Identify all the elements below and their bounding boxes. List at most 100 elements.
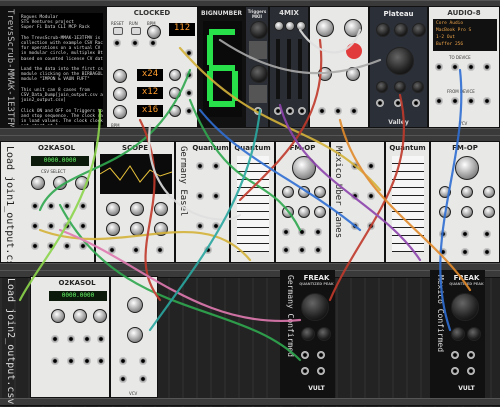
quantum-left-jack-4[interactable] — [212, 192, 220, 200]
freak-right-side-label[interactable]: Mexico Confirmed — [436, 275, 445, 352]
freak-right-jack-2[interactable] — [467, 351, 475, 359]
fader-3[interactable] — [298, 39, 302, 99]
o2kasol-top-module[interactable]: Load join1_output.csv O2KASOL 0000.0000 … — [0, 141, 95, 263]
fmop-right-knob-5[interactable] — [461, 206, 473, 218]
quantum-left-jack-6[interactable] — [212, 222, 220, 230]
run-jack[interactable] — [131, 39, 139, 47]
quantum-right-jack-4[interactable] — [367, 192, 375, 200]
o2kasol-top-jack-12[interactable] — [79, 242, 87, 250]
mix-out-jack[interactable] — [298, 107, 306, 115]
plateau-knob-3[interactable] — [412, 23, 426, 37]
quantum-right-keyboard[interactable] — [392, 156, 424, 252]
vcv-mid-jack-2[interactable] — [139, 357, 147, 365]
trigger-button-2[interactable] — [249, 85, 267, 103]
vcv-mid-jack-4[interactable] — [139, 375, 147, 383]
fader-1[interactable] — [276, 39, 280, 99]
quantum-keyboard[interactable] — [237, 156, 269, 252]
fmop-left-knob-5[interactable] — [298, 206, 310, 218]
quantum-right-side-label[interactable]: Mexico Uber Lanes — [333, 146, 343, 238]
bpm-knob[interactable] — [147, 25, 161, 39]
mix-in-jack-2[interactable] — [286, 107, 294, 115]
audio-device-display[interactable]: Core Audio MacBook Pro S 1-2 Out Buffer … — [433, 19, 497, 51]
mixer-jack-3[interactable] — [350, 107, 358, 115]
fmop-right-knob-2[interactable] — [461, 186, 473, 198]
o2kasol-bottom-jack-7[interactable] — [83, 357, 91, 365]
fmop-right-knob-4[interactable] — [439, 206, 451, 218]
o2kasol-top-vertical-label[interactable]: Load join1_output.csv — [4, 146, 15, 262]
o2kasol-top-jack-3[interactable] — [63, 202, 71, 210]
fmop-right-jack-2[interactable] — [461, 230, 469, 238]
reset-button[interactable] — [113, 27, 123, 35]
mixer-red-knob[interactable] — [346, 43, 362, 59]
mixer-knob-2[interactable] — [344, 19, 362, 37]
plateau-size-knob[interactable] — [386, 47, 414, 75]
o2kasol-top-jack-8[interactable] — [79, 222, 87, 230]
fmop-right-jack-5[interactable] — [461, 248, 469, 256]
fmop-left-knob-4[interactable] — [282, 206, 294, 218]
audio-driver[interactable]: Core Audio — [436, 20, 494, 27]
fmop-right-jack-4[interactable] — [439, 248, 447, 256]
reset-jack[interactable] — [113, 39, 121, 47]
quantum-right-keys-module[interactable]: Quantum — [385, 141, 430, 263]
o2kasol-top-jack-1[interactable] — [31, 202, 39, 210]
freak-left-jack-2[interactable] — [317, 351, 325, 359]
audio-module[interactable]: AUDIO-8 Core Audio MacBook Pro S 1-2 Out… — [428, 6, 500, 128]
audio-buffer[interactable]: Buffer 256 — [436, 41, 494, 48]
mix-in-jack-1[interactable] — [274, 107, 282, 115]
fmop-left-jack-5[interactable] — [298, 246, 306, 254]
freak-right-module[interactable]: Mexico Confirmed FREAK QUANTIZED PEAK VU… — [430, 270, 485, 398]
audio-in-jack-3[interactable] — [467, 63, 475, 71]
o2kasol-bottom-jack-5[interactable] — [51, 357, 59, 365]
scope-knob-6[interactable] — [154, 222, 168, 236]
scope-jack-1[interactable] — [108, 246, 116, 254]
mix-knob-1[interactable] — [274, 21, 284, 31]
trigger-knob-1[interactable] — [250, 21, 268, 39]
scope-module[interactable]: SCOPE — [95, 141, 175, 263]
ratio-knob-2[interactable] — [113, 87, 127, 101]
mixer-jack-2[interactable] — [334, 107, 342, 115]
freak-right-main-knob[interactable] — [451, 293, 479, 321]
fmop-right-knob-1[interactable] — [439, 186, 451, 198]
o2kasol-bottom-jack-4[interactable] — [97, 335, 105, 343]
freak-left-side-label[interactable]: Germany Confirmed — [286, 275, 295, 357]
freak-right-knob-2[interactable] — [467, 327, 481, 341]
vcv-mid-jack-1[interactable] — [119, 357, 127, 365]
scope-knob-4[interactable] — [106, 222, 120, 236]
o2kasol-top-knob-3[interactable] — [75, 176, 89, 190]
swing-knob-2[interactable] — [169, 87, 181, 99]
quantum-left-module[interactable]: Germany Easel Quantum — [175, 141, 230, 263]
trigger-knob-2[interactable] — [250, 65, 268, 83]
o2kasol-top-jack-5[interactable] — [31, 222, 39, 230]
fmop-left-jack-4[interactable] — [282, 246, 290, 254]
fmop-right-knob-6[interactable] — [483, 206, 495, 218]
vcv-mid-knob-1[interactable] — [127, 297, 143, 313]
audio-in-jack-4[interactable] — [483, 63, 491, 71]
freak-right-jack-1[interactable] — [451, 351, 459, 359]
fader-2[interactable] — [287, 39, 291, 99]
plateau-knob-5[interactable] — [394, 81, 406, 93]
o2kasol-bottom-module[interactable]: O2KASOL 0000.0000 — [30, 276, 110, 398]
mixer-knob-1[interactable] — [316, 19, 334, 37]
clk1-out-jack[interactable] — [185, 71, 193, 79]
quantum-left-jack-1[interactable] — [196, 162, 204, 170]
o2kasol-bottom-knob-3[interactable] — [93, 309, 107, 323]
plateau-knob-1[interactable] — [376, 23, 390, 37]
fmop-left-knob-3[interactable] — [314, 186, 326, 198]
quantum-right-jack-5[interactable] — [351, 222, 359, 230]
triggers-module[interactable]: Triggers MKII — [245, 6, 269, 128]
quantum-right-jack-2[interactable] — [367, 162, 375, 170]
plateau-knob-4[interactable] — [376, 81, 388, 93]
o2kasol-bottom-jack-2[interactable] — [67, 335, 75, 343]
fmop-left-jack-1[interactable] — [282, 228, 290, 236]
vcv-mid-module[interactable]: VCV — [110, 276, 158, 398]
scope-knob-1[interactable] — [106, 202, 120, 216]
mixer-knob-4[interactable] — [346, 67, 360, 81]
plateau-module[interactable]: Plateau Valley — [369, 6, 428, 128]
fmop-right-jack-3[interactable] — [483, 230, 491, 238]
clk3-out-jack[interactable] — [185, 107, 193, 115]
plateau-knob-2[interactable] — [394, 23, 408, 37]
o2kasol-bottom-knob-1[interactable] — [51, 309, 65, 323]
plateau-knob-6[interactable] — [412, 81, 424, 93]
plateau-jack-1[interactable] — [376, 99, 384, 107]
mix-knob-3[interactable] — [296, 21, 306, 31]
